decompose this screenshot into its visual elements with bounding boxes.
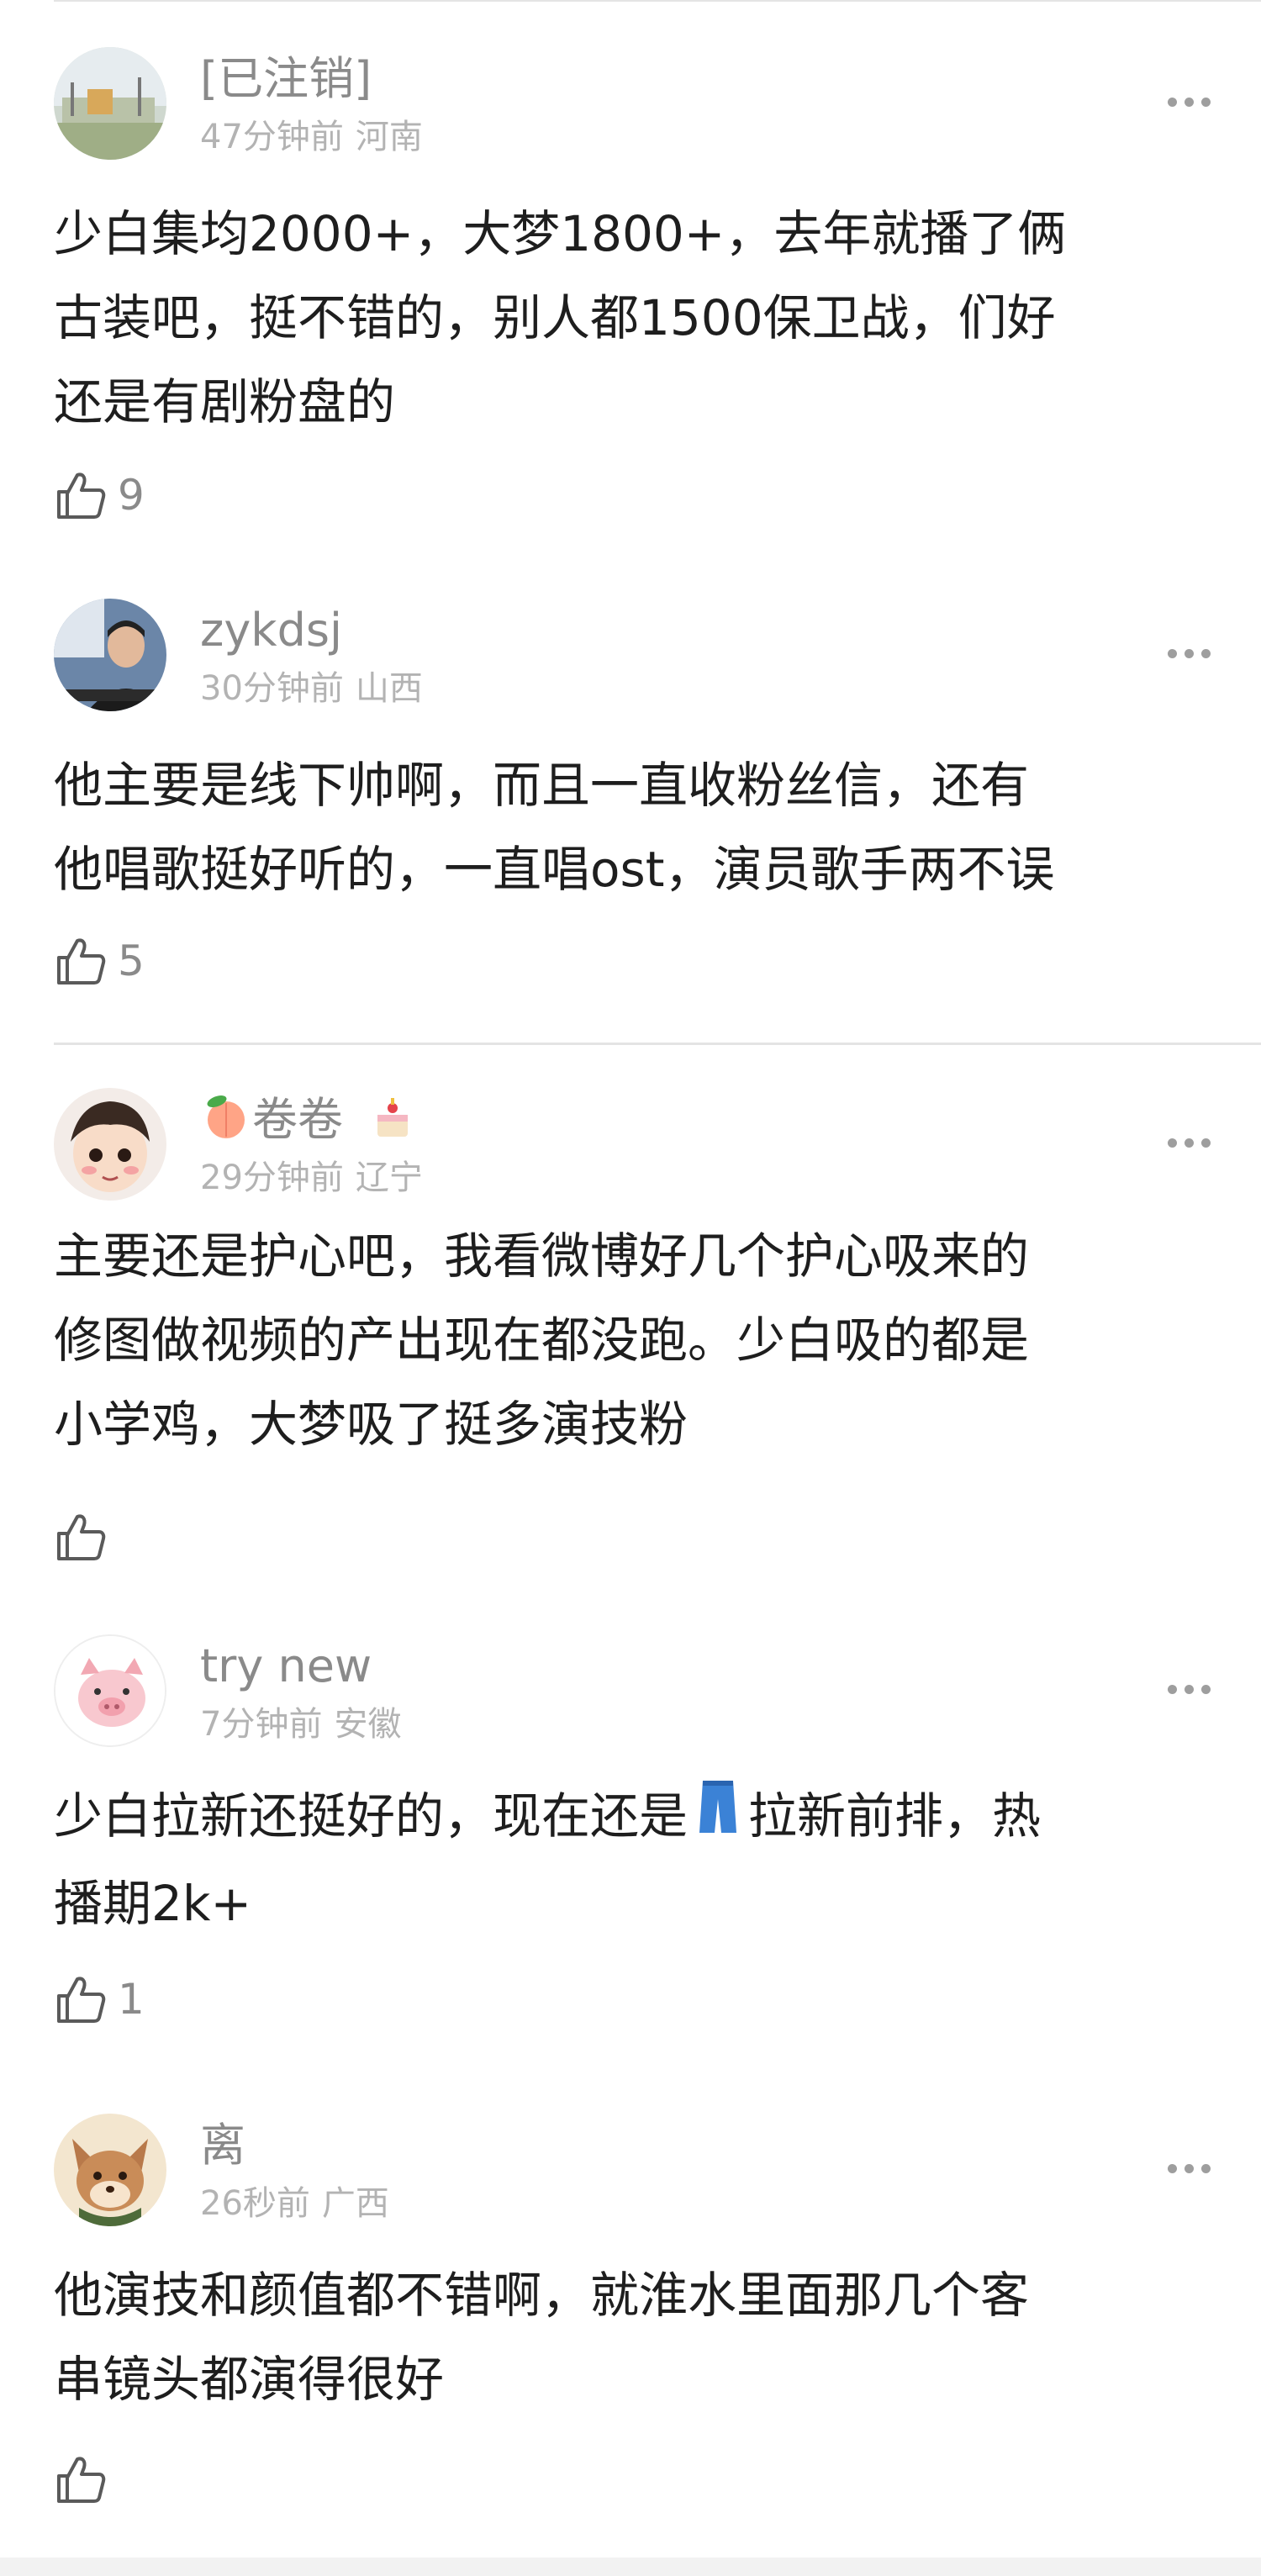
thumbs-up-icon — [57, 1514, 106, 1560]
username[interactable]: [已注销] — [200, 52, 372, 106]
comment-item: zykdsj 30分钟前 山西 他主要是线下帅啊，而且一直收粉丝信，还有 他唱歌挺… — [54, 599, 1214, 1002]
more-options-icon[interactable] — [1163, 1130, 1214, 1155]
thumbs-up-icon — [57, 472, 106, 519]
avatar[interactable] — [54, 1634, 166, 1747]
comment-time: 30分钟前 — [200, 669, 344, 708]
comment-location: 辽宁 — [355, 1159, 423, 1197]
comment-line: 主要还是护心吧，我看微博好几个护心吸来的 — [54, 1227, 1030, 1285]
more-options-icon[interactable] — [1163, 641, 1214, 666]
bottom-bar — [0, 2558, 1261, 2576]
jeans-emoji — [696, 1777, 740, 1861]
more-options-icon[interactable] — [1163, 89, 1214, 114]
comment-location: 广西 — [321, 2184, 389, 2223]
landscape-photo-avatar — [54, 47, 166, 160]
section-divider — [54, 1043, 1261, 1045]
comment-text[interactable]: 他主要是线下帅啊，而且一直收粉丝信，还有 他唱歌挺好听的，一直唱ost，演员歌手… — [54, 743, 1214, 911]
comment-line: 他演技和颜值都不错啊，就淮水里面那几个客 — [54, 2267, 1030, 2324]
like-count: 9 — [118, 471, 145, 520]
comment-location: 安徽 — [334, 1705, 402, 1744]
comment-text[interactable]: 少白集均2000+，大梦1800+，去年就播了俩 古装吧，挺不错的，别人都150… — [54, 192, 1214, 444]
cartoon-fox-avatar — [54, 2114, 166, 2226]
comment-text-part: 拉新前排，热 — [748, 1787, 1042, 1845]
comment-line: 古装吧，挺不错的，别人都1500保卫战，们好 — [54, 289, 1056, 346]
comment-meta: 30分钟前 山西 — [200, 668, 423, 710]
comment-item: try new 7分钟前 安徽 少白拉新还挺好的，现在还是 拉新前排，热 播期2k… — [54, 1634, 1214, 2038]
cake-emoji — [369, 1093, 416, 1152]
comment-line: 还是有剧粉盘的 — [54, 373, 396, 430]
pig-avatar — [55, 1636, 165, 1745]
comment-line: 播期2k+ — [54, 1874, 252, 1932]
like-button[interactable] — [54, 1507, 118, 1566]
comment-time: 29分钟前 — [200, 1159, 344, 1197]
comment-line: 修图做视频的产出现在都没跑。少白吸的都是 — [54, 1312, 1030, 1369]
cartoon-boy-avatar — [54, 1088, 166, 1201]
thumbs-up-icon — [57, 1977, 106, 2023]
peach-emoji — [200, 1093, 252, 1152]
like-button[interactable]: 5 — [54, 932, 145, 990]
comment-meta: 29分钟前 辽宁 — [200, 1157, 423, 1199]
thumbs-up-icon — [57, 938, 106, 984]
comment-meta: 26秒前 广西 — [200, 2183, 389, 2225]
comment-item: 卷卷 29分钟前 辽宁 主要还是护心吧，我看微博好几个护心吸来的 修图做视频的产出… — [54, 1088, 1214, 1576]
comment-meta: 47分钟前 河南 — [200, 116, 423, 158]
username[interactable]: 离 — [200, 2119, 245, 2172]
comment-item: 离 26秒前 广西 他演技和颜值都不错啊，就淮水里面那几个客 串镜头都演得很好 — [54, 2114, 1214, 2517]
comment-line: 他唱歌挺好听的，一直唱ost，演员歌手两不误 — [54, 841, 1055, 898]
comment-line: 小学鸡，大梦吸了挺多演技粉 — [54, 1396, 689, 1453]
username[interactable]: zykdsj — [200, 604, 342, 657]
comment-line: 少白集均2000+，大梦1800+，去年就播了俩 — [54, 205, 1067, 262]
comment-location: 山西 — [355, 669, 423, 708]
top-divider — [54, 0, 1261, 2]
avatar[interactable] — [54, 1088, 166, 1201]
avatar[interactable] — [54, 599, 166, 711]
username-row[interactable]: 卷卷 — [200, 1093, 416, 1152]
more-options-icon[interactable] — [1163, 2156, 1214, 2181]
comment-time: 47分钟前 — [200, 118, 344, 156]
more-options-icon[interactable] — [1163, 1676, 1214, 1702]
avatar[interactable] — [54, 2114, 166, 2226]
comment-text-part: 少白拉新还挺好的，现在还是 — [54, 1787, 689, 1845]
comment-meta: 7分钟前 安徽 — [200, 1703, 401, 1745]
comment-text[interactable]: 他演技和颜值都不错啊，就淮水里面那几个客 串镜头都演得很好 — [54, 2253, 1214, 2421]
comment-line: 他主要是线下帅啊，而且一直收粉丝信，还有 — [54, 757, 1030, 814]
comment-line: 少白拉新还挺好的，现在还是 拉新前排，热 — [54, 1774, 1214, 1861]
comment-line: 串镜头都演得很好 — [54, 2351, 445, 2408]
like-button[interactable]: 9 — [54, 466, 145, 525]
comment-text[interactable]: 主要还是护心吧，我看微博好几个护心吸来的 修图做视频的产出现在都没跑。少白吸的都… — [54, 1214, 1214, 1466]
like-count: 1 — [118, 1975, 145, 2024]
like-count: 5 — [118, 937, 145, 985]
comment-text[interactable]: 少白拉新还挺好的，现在还是 拉新前排，热 播期2k+ — [54, 1774, 1214, 1945]
comment-time: 26秒前 — [200, 2184, 310, 2223]
like-button[interactable] — [54, 2450, 118, 2509]
comment-location: 河南 — [355, 118, 423, 156]
man-photo-avatar — [54, 599, 166, 711]
comment-item: [已注销] 47分钟前 河南 少白集均2000+，大梦1800+，去年就播了俩 古… — [54, 47, 1214, 535]
like-button[interactable]: 1 — [54, 1970, 145, 2029]
username[interactable]: try new — [200, 1639, 372, 1693]
avatar[interactable] — [54, 47, 166, 160]
thumbs-up-icon — [57, 2457, 106, 2503]
comment-time: 7分钟前 — [200, 1705, 323, 1744]
username: 卷卷 — [252, 1093, 343, 1146]
